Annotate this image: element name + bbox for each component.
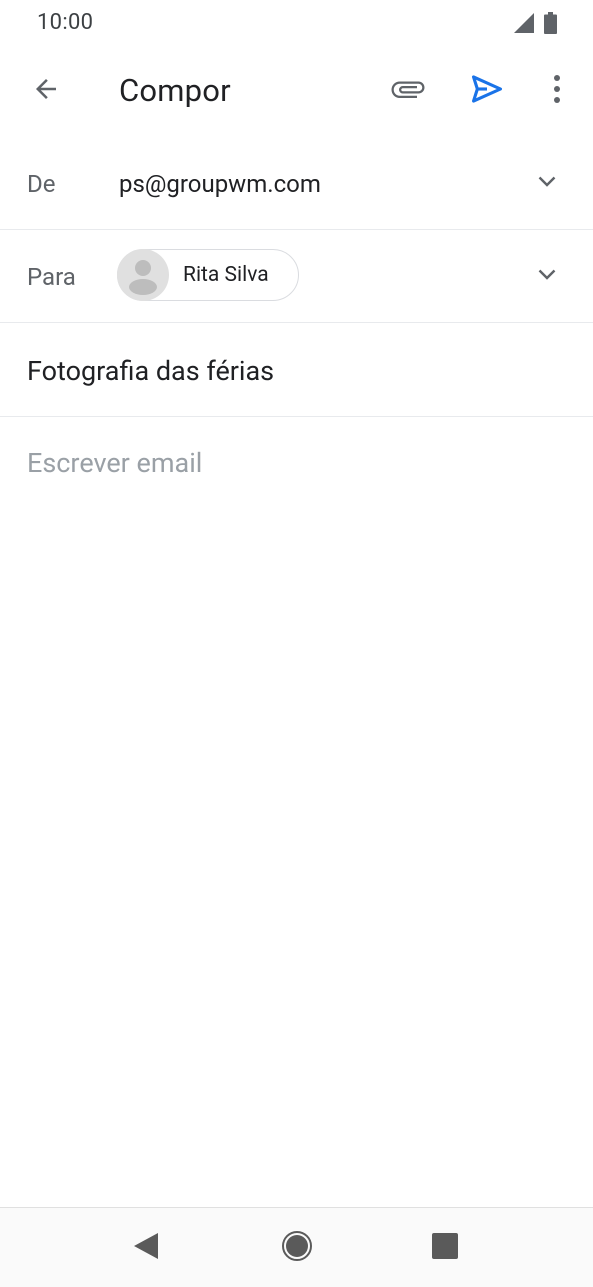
from-row: De ps@groupwm.com	[0, 138, 593, 230]
nav-home-circle-icon	[281, 1230, 313, 1266]
to-expand-button[interactable]	[531, 260, 563, 292]
signal-icon	[514, 13, 534, 37]
arrow-back-icon	[31, 74, 61, 108]
subject-row[interactable]: Fotografia das férias	[0, 323, 593, 417]
nav-home-button[interactable]	[269, 1220, 325, 1276]
from-value[interactable]: ps@groupwm.com	[119, 170, 321, 198]
more-vert-icon	[552, 74, 562, 108]
to-row: Para Rita Silva	[0, 230, 593, 323]
status-bar: 10:00	[0, 0, 593, 46]
more-options-button[interactable]	[529, 63, 585, 119]
nav-back-button[interactable]	[118, 1220, 174, 1276]
send-button[interactable]	[459, 63, 515, 119]
status-time: 10:00	[37, 10, 94, 35]
attach-button[interactable]	[380, 63, 436, 119]
to-label: Para	[27, 263, 76, 291]
recipient-name: Rita Silva	[183, 263, 269, 287]
status-icons	[514, 12, 557, 38]
app-bar: Compor	[0, 46, 593, 138]
person-icon	[117, 260, 169, 301]
chevron-down-icon	[535, 262, 559, 290]
subject-field[interactable]: Fotografia das férias	[27, 355, 274, 387]
from-expand-button[interactable]	[531, 167, 563, 199]
body-area[interactable]	[0, 417, 593, 1207]
avatar	[117, 249, 169, 301]
battery-icon	[544, 12, 557, 38]
page-title: Compor	[119, 72, 231, 109]
nav-recents-square-icon	[432, 1233, 458, 1263]
from-label: De	[27, 170, 56, 198]
send-icon	[470, 72, 504, 110]
back-button[interactable]	[18, 63, 74, 119]
nav-back-triangle-icon	[132, 1231, 160, 1265]
recipient-chip[interactable]: Rita Silva	[117, 249, 299, 301]
system-nav-bar	[0, 1207, 593, 1287]
chevron-down-icon	[535, 169, 559, 197]
paperclip-icon	[390, 71, 426, 111]
body-input[interactable]	[27, 443, 567, 483]
nav-recents-button[interactable]	[417, 1220, 473, 1276]
